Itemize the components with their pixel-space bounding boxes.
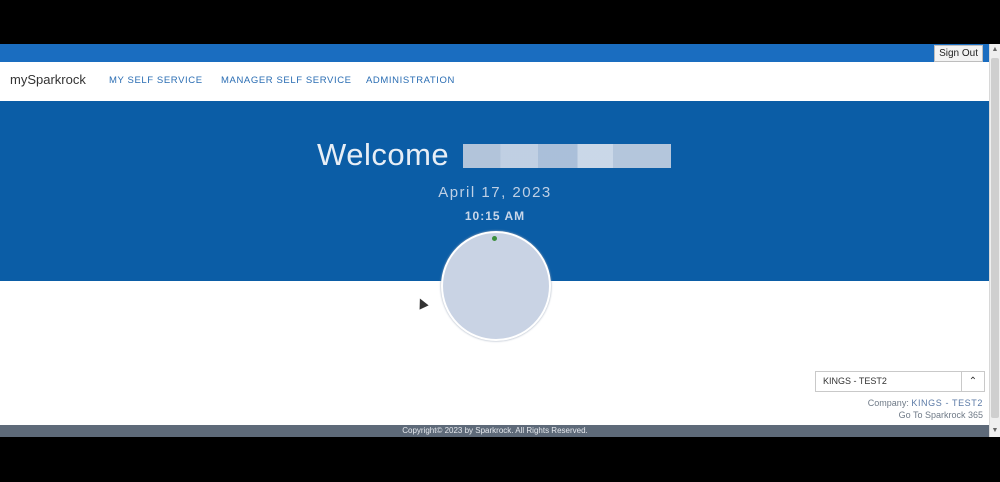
scroll-up-icon[interactable]: ▲ [991,46,999,54]
app-window: Sign Out mySparkrock MY SELF SERVICE MAN… [0,44,1000,437]
vertical-scrollbar[interactable]: ▲ ▼ [989,44,1000,437]
main-navbar: mySparkrock MY SELF SERVICE MANAGER SELF… [0,62,990,100]
go-to-sparkrock-link[interactable]: Go To Sparkrock 365 [899,410,983,420]
brand-logo-text[interactable]: mySparkrock [10,72,86,87]
nav-my-self-service[interactable]: MY SELF SERVICE [109,75,203,86]
user-avatar[interactable] [441,231,551,341]
nav-manager-self-service[interactable]: MANAGER SELF SERVICE [221,75,352,86]
company-name: KINGS - TEST2 [911,398,983,408]
company-select-value: KINGS - TEST2 [823,376,887,386]
scroll-thumb[interactable] [991,58,999,418]
mouse-cursor-icon [415,296,429,310]
nav-administration[interactable]: ADMINISTRATION [366,75,455,86]
current-date: April 17, 2023 [438,184,552,201]
top-bar: Sign Out [0,44,990,62]
welcome-heading: Welcome [317,137,450,172]
current-time: 10:15 AM [464,209,526,223]
online-status-icon [492,236,497,241]
current-company-info: Company: KINGS - TEST2 [868,398,983,408]
scroll-down-icon[interactable]: ▼ [991,427,999,435]
sign-out-button[interactable]: Sign Out [934,45,983,62]
page-footer: Copyright© 2023 by Sparkrock. All Rights… [0,425,990,437]
redacted-user-name [463,144,671,168]
chevron-up-icon[interactable]: ⌃ [961,372,984,391]
company-select[interactable]: KINGS - TEST2 ⌃ [815,371,985,392]
copyright-text: Copyright© 2023 by Sparkrock. All Rights… [402,426,588,435]
company-label: Company: [867,398,909,408]
